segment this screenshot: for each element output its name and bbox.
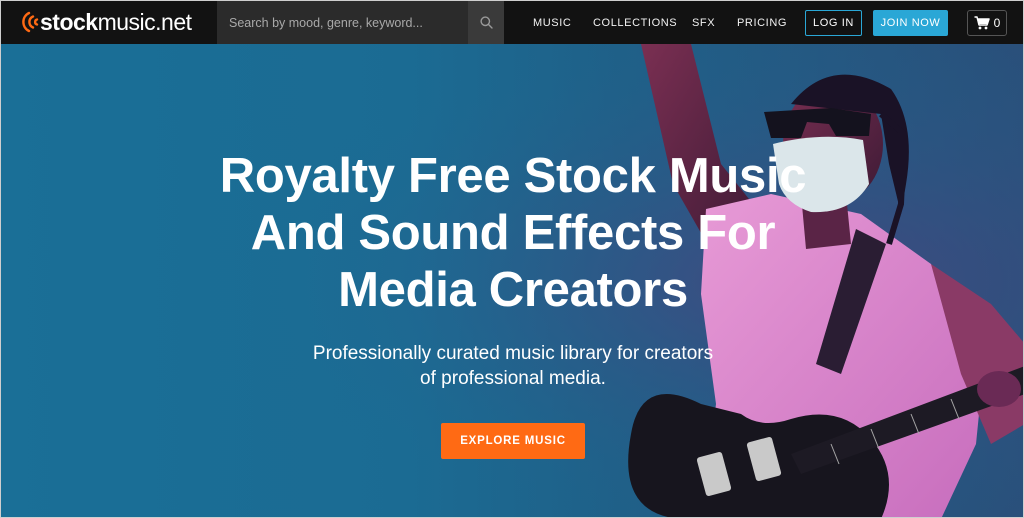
headline-line: And Sound Effects For — [250, 206, 776, 260]
search-bar — [217, 1, 504, 44]
cart-count: 0 — [993, 16, 1001, 30]
search-icon — [479, 16, 493, 29]
subtitle-line: Professionally curated music library for… — [312, 343, 714, 364]
sound-waves-icon — [22, 11, 39, 33]
headline-line: Media Creators — [338, 263, 688, 317]
page: stockmusic.net MUSIC COLLECTIONS SFX PRI… — [0, 0, 1024, 518]
top-navbar: stockmusic.net MUSIC COLLECTIONS SFX PRI… — [1, 1, 1023, 44]
nav-collections[interactable]: COLLECTIONS — [593, 17, 677, 29]
logo-text: stockmusic.net — [40, 8, 192, 35]
cart-icon — [974, 16, 990, 30]
search-input[interactable] — [217, 1, 467, 44]
subtitle-line: of professional media. — [420, 368, 606, 389]
hero-headline: Royalty Free Stock Music And Sound Effec… — [1, 148, 1023, 319]
hero-subtitle: Professionally curated music library for… — [1, 341, 1023, 391]
login-button[interactable]: LOG IN — [805, 10, 862, 36]
logo[interactable]: stockmusic.net — [21, 7, 192, 37]
headline-line: Royalty Free Stock Music — [219, 149, 807, 203]
nav-music[interactable]: MUSIC — [533, 17, 571, 29]
cart-button[interactable]: 0 — [967, 10, 1007, 36]
explore-music-button[interactable]: EXPLORE MUSIC — [441, 423, 585, 459]
nav-sfx[interactable]: SFX — [692, 17, 715, 29]
nav-pricing[interactable]: PRICING — [737, 17, 787, 29]
search-button[interactable] — [468, 1, 504, 44]
hero-section: Royalty Free Stock Music And Sound Effec… — [1, 44, 1023, 517]
join-now-button[interactable]: JOIN NOW — [873, 10, 948, 36]
